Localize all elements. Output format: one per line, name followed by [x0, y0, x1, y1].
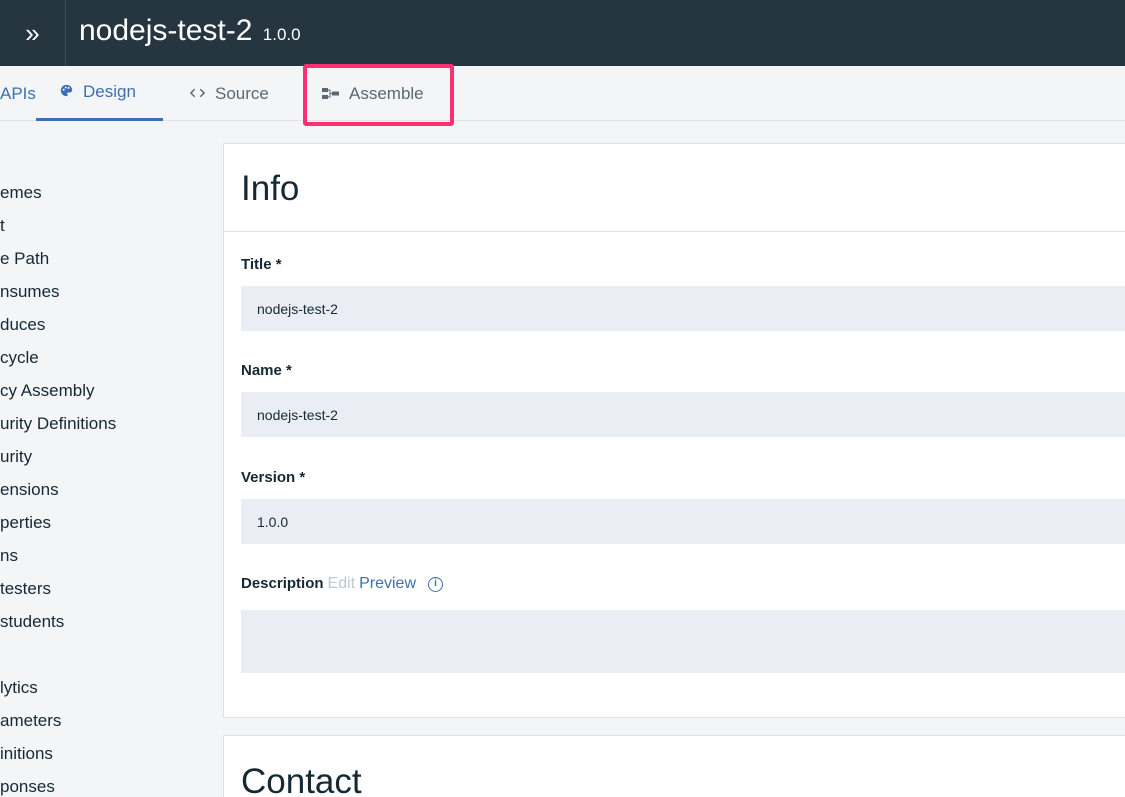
- description-preview-tab[interactable]: Preview: [359, 575, 416, 592]
- sidebar-item-schemes[interactable]: emes: [0, 182, 42, 204]
- title-label: Title *: [241, 256, 282, 273]
- sidebar-item-security-definitions[interactable]: urity Definitions: [0, 413, 116, 435]
- sidebar: emes t e Path nsumes duces cycle cy Asse…: [0, 121, 215, 797]
- sidebar-item-extensions[interactable]: ensions: [0, 479, 59, 501]
- version-label: Version *: [241, 469, 306, 486]
- version-input[interactable]: 1.0.0: [241, 499, 1125, 544]
- tab-apis-label: APIs: [0, 83, 36, 103]
- sidebar-item-properties[interactable]: perties: [0, 512, 51, 534]
- description-label-row: Description Edit Preview i: [241, 575, 443, 593]
- sidebar-item-testers[interactable]: testers: [0, 578, 51, 600]
- contact-card: Contact: [223, 735, 1125, 797]
- sidebar-item-lifecycle[interactable]: cycle: [0, 347, 39, 369]
- tab-bar: APIs Design Source Assemble: [0, 66, 1125, 121]
- title-input[interactable]: nodejs-test-2: [241, 286, 1125, 331]
- description-edit-tab[interactable]: Edit: [328, 575, 356, 592]
- api-name: nodejs-test-2: [79, 14, 253, 47]
- sidebar-item-consumes[interactable]: nsumes: [0, 281, 60, 303]
- sidebar-item-base-path[interactable]: e Path: [0, 248, 49, 270]
- api-version: 1.0.0: [262, 25, 301, 44]
- expand-nav-button[interactable]: »: [0, 0, 66, 66]
- tab-design[interactable]: Design: [36, 66, 163, 121]
- description-label: Description: [241, 575, 324, 592]
- code-icon: [189, 86, 206, 102]
- tab-design-label: Design: [83, 82, 136, 101]
- name-input[interactable]: nodejs-test-2: [241, 392, 1125, 437]
- sidebar-item-policy-assembly[interactable]: cy Assembly: [0, 380, 94, 402]
- sidebar-item-parameters[interactable]: ameters: [0, 710, 61, 732]
- info-heading: Info: [241, 169, 300, 208]
- tab-assemble[interactable]: Assemble: [322, 66, 424, 121]
- sidebar-item-responses[interactable]: ponses: [0, 776, 55, 797]
- top-bar: » nodejs-test-2 1.0.0: [0, 0, 1125, 66]
- sidebar-item-security[interactable]: urity: [0, 446, 32, 468]
- divider: [224, 231, 1125, 232]
- assemble-icon: [322, 86, 339, 102]
- tab-source-label: Source: [215, 83, 269, 103]
- info-circle-icon[interactable]: i: [428, 576, 443, 592]
- info-card: Info Title * nodejs-test-2 Name * nodejs…: [223, 143, 1125, 718]
- contact-heading: Contact: [241, 762, 362, 797]
- tab-apis[interactable]: APIs: [0, 66, 36, 121]
- sidebar-item-definitions[interactable]: initions: [0, 743, 53, 765]
- tab-source[interactable]: Source: [189, 66, 269, 121]
- double-chevron-right-icon: »: [25, 18, 40, 48]
- name-label: Name *: [241, 362, 292, 379]
- sidebar-item-plans[interactable]: ns: [0, 545, 18, 567]
- description-textarea[interactable]: [241, 610, 1125, 673]
- sidebar-item-host[interactable]: t: [0, 215, 5, 237]
- tab-assemble-label: Assemble: [349, 83, 424, 103]
- api-title: nodejs-test-2 1.0.0: [79, 14, 301, 48]
- sidebar-item-analytics[interactable]: lytics: [0, 677, 38, 699]
- palette-icon: [60, 84, 73, 100]
- sidebar-item-produces[interactable]: duces: [0, 314, 45, 336]
- sidebar-item-students[interactable]: students: [0, 611, 64, 633]
